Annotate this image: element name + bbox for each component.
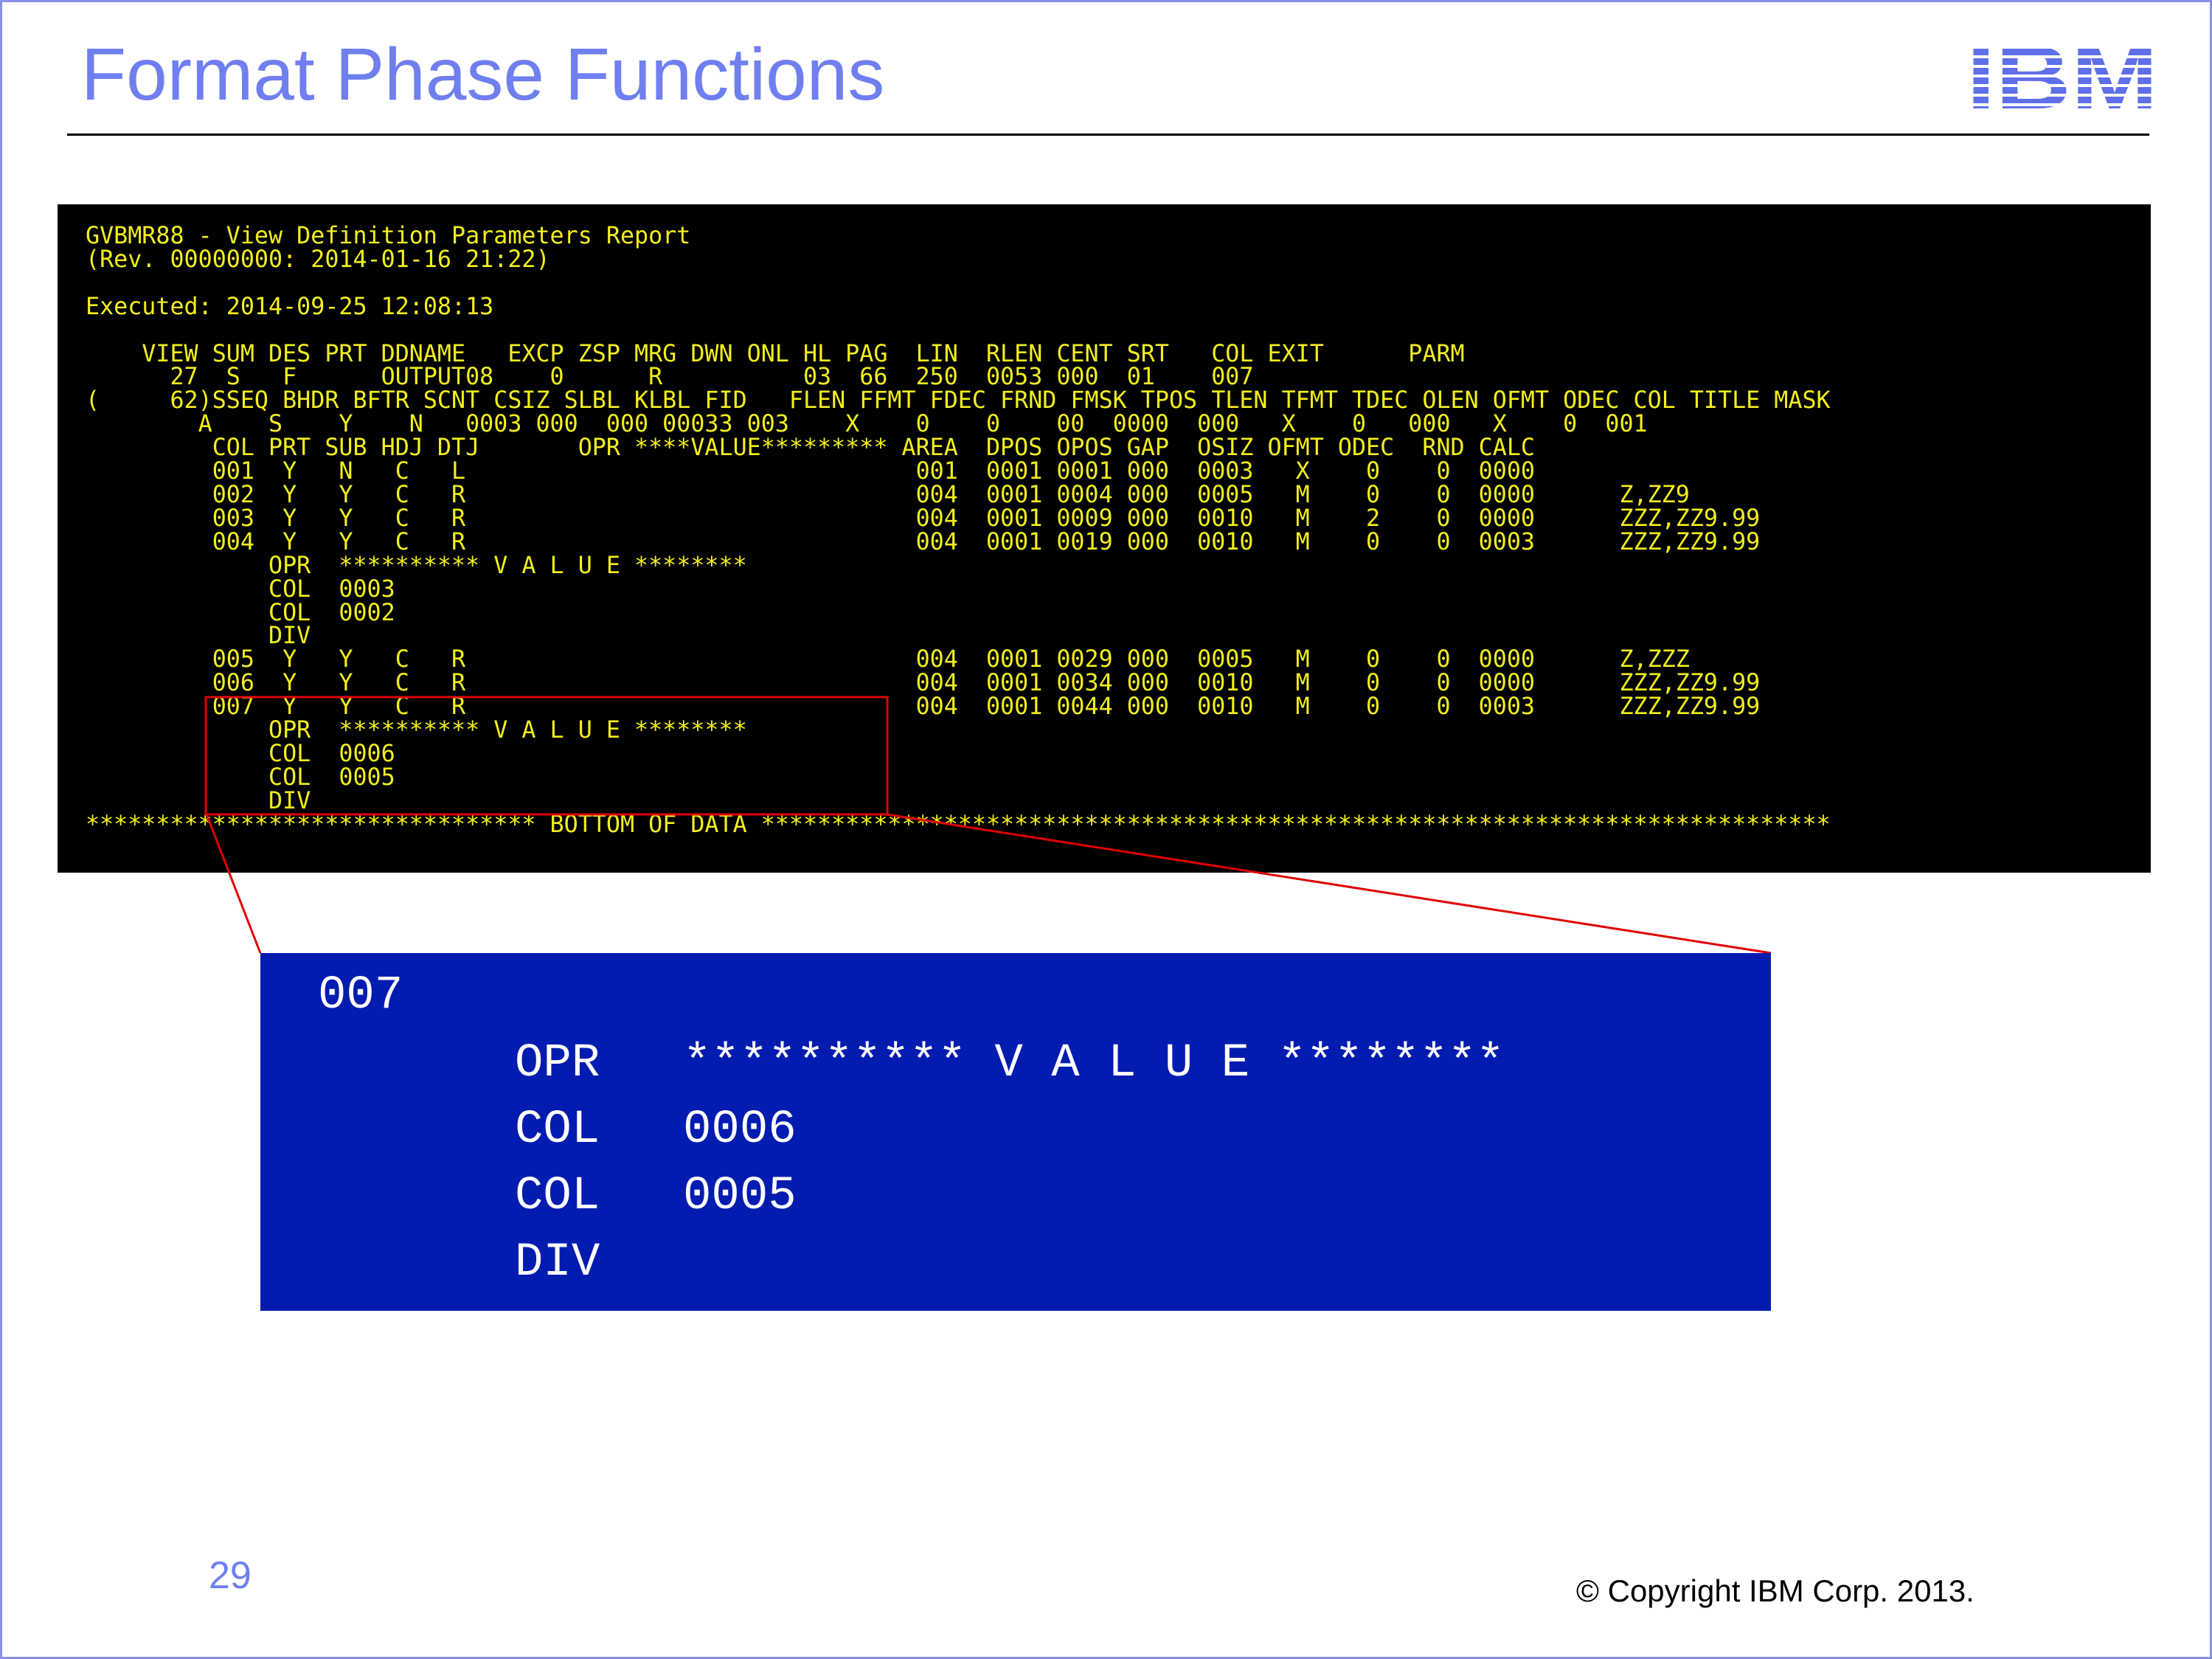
report-output: GVBMR88 - View Definition Parameters Rep… <box>86 223 1831 838</box>
ibm-logo: IBM <box>1966 39 2158 119</box>
zoom-opr-value: ********** V A L U E ******** <box>683 1037 1505 1090</box>
title-divider <box>67 134 2149 136</box>
zoom-callout: 007 OPR ********** V A L U E ******** CO… <box>260 953 1771 1311</box>
slide: Format Phase Functions IBM GVBMR88 - Vie… <box>0 0 2212 1659</box>
zoom-col-number: 007 <box>318 969 403 1022</box>
zoom-col2-label: COL <box>515 1170 600 1223</box>
slide-title: Format Phase Functions <box>81 33 885 116</box>
zoom-col2-value: 0005 <box>683 1170 797 1223</box>
zoom-div-label: DIV <box>515 1236 600 1289</box>
copyright-notice: © Copyright IBM Corp. 2013. <box>1576 1573 1974 1608</box>
page-number: 29 <box>209 1554 252 1597</box>
zoom-col1-label: COL <box>515 1104 600 1157</box>
terminal-screen: GVBMR88 - View Definition Parameters Rep… <box>58 204 2151 873</box>
zoom-opr-label: OPR <box>515 1037 600 1090</box>
zoom-col1-value: 0006 <box>683 1104 797 1157</box>
svg-text:IBM: IBM <box>1966 39 2158 119</box>
